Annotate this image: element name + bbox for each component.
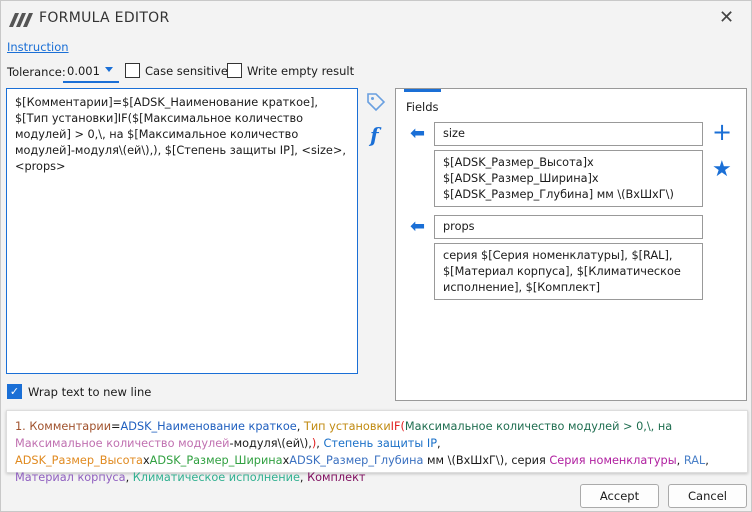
preview-segment: мм \(ВхШхГ\), серия [423,454,550,467]
preview-segment: Тип установки [303,420,391,433]
wrap-text-checkbox[interactable]: ✓ Wrap text to new line [7,384,151,399]
tolerance-value: 0.001 [67,64,100,78]
preview-segment: Климатическое исполнение [132,471,300,484]
tab-fields[interactable]: Fields [404,89,441,114]
case-sensitive-label: Case sensitive [145,63,228,78]
preview-segment: ADSK_Размер_Глубина [289,454,424,467]
star-icon[interactable]: ★ [712,157,732,182]
preview-segment: x [142,454,150,467]
field-name-input[interactable]: props [434,215,703,239]
preview-segment: IF( [390,420,405,433]
field-name-input[interactable]: size [434,122,703,146]
fields-panel: Fields ⬅ size $[ADSK_Размер_Высота]x $[A… [395,88,747,401]
field-value-input[interactable]: серия $[Серия номенклатуры], $[RAL], $[М… [434,243,703,300]
preview-segment: ADSK_Размер_Высота [15,454,143,467]
window-title: FORMULA EDITOR [39,10,170,26]
checkbox-box[interactable] [125,63,140,78]
instruction-link[interactable]: Instruction [7,40,69,54]
case-sensitive-checkbox[interactable]: Case sensitive [125,63,228,78]
preview-segment: Степень защиты IP [323,437,438,450]
preview-segment: , [296,420,304,433]
app-logo-icon [9,13,33,27]
preview-segment: = [111,420,121,433]
formula-editor-textarea[interactable]: $[Комментарии]=$[ADSK_Наименование кратк… [6,88,358,374]
wrap-text-label: Wrap text to new line [28,384,152,399]
preview-segment: , [676,454,684,467]
insert-arrow-icon[interactable]: ⬅ [410,216,425,237]
field-value-input[interactable]: $[ADSK_Размер_Высота]x $[ADSK_Размер_Шир… [434,150,703,207]
preview-segment: , [125,471,133,484]
checkbox-box[interactable] [227,63,242,78]
preview-segment: Максимальное количество модулей [15,437,230,450]
formula-preview: 1. Комментарии=ADSK_Наименование краткое… [6,410,748,484]
preview-segment: Материал корпуса [15,471,126,484]
accept-button[interactable]: Accept [580,484,659,508]
function-icon[interactable]: f [370,123,379,147]
cancel-button[interactable]: Cancel [668,484,747,508]
preview-segment: Серия номенклатуры [549,454,677,467]
tolerance-dropdown[interactable]: 0.001 [63,59,119,83]
close-icon[interactable]: ✕ [719,7,734,28]
preview-segment: ADSK_Наименование краткое [120,420,297,433]
add-icon[interactable]: + [712,120,732,144]
preview-segment: Комментарии [29,420,112,433]
preview-segment: , [437,437,441,450]
preview-segment: -модуля\(ей\), [229,437,312,450]
write-empty-label: Write empty result [247,63,355,78]
preview-segment: Комплект [307,471,366,484]
preview-segment: Максимальное количество модулей > 0,\, н… [404,420,673,433]
preview-segment: RAL [683,454,706,467]
preview-segment: 1. [15,420,30,433]
preview-segment: , [705,454,709,467]
tolerance-label: Tolerance: [7,65,66,79]
preview-segment: ADSK_Размер_Ширина [149,454,283,467]
write-empty-checkbox[interactable]: Write empty result [227,63,354,78]
chevron-down-icon [105,67,113,72]
insert-arrow-icon[interactable]: ⬅ [410,123,425,144]
checkmark-icon[interactable]: ✓ [7,384,22,399]
tag-icon[interactable] [365,91,387,113]
